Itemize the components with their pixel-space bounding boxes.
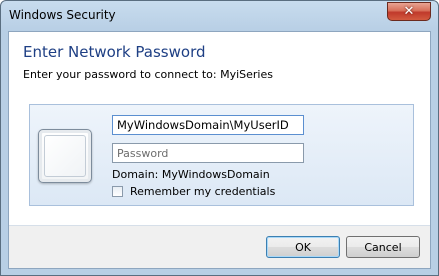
window-title: Windows Security xyxy=(9,8,116,22)
close-button[interactable]: ✕ xyxy=(387,2,431,21)
dialog-window: Windows Security ✕ Enter Network Passwor… xyxy=(0,0,439,276)
cancel-button[interactable]: Cancel xyxy=(346,236,420,258)
close-icon: ✕ xyxy=(403,4,415,19)
user-tile-icon xyxy=(38,129,92,183)
password-input[interactable] xyxy=(112,143,304,163)
remember-credentials-option[interactable]: Remember my credentials xyxy=(112,185,275,198)
domain-label: Domain: MyWindowsDomain xyxy=(112,168,270,181)
remember-label: Remember my credentials xyxy=(130,185,276,198)
username-input[interactable] xyxy=(112,115,304,135)
dialog-heading: Enter Network Password xyxy=(23,43,206,61)
button-bar: OK Cancel xyxy=(9,226,430,268)
dialog-content: Enter Network Password Enter your passwo… xyxy=(8,31,431,269)
dialog-instruction: Enter your password to connect to: MyiSe… xyxy=(23,68,273,81)
ok-button[interactable]: OK xyxy=(266,236,340,258)
title-bar[interactable]: Windows Security ✕ xyxy=(1,1,438,31)
credential-tile[interactable]: Domain: MyWindowsDomain Remember my cred… xyxy=(29,104,414,206)
user-tile-frame xyxy=(44,135,86,177)
remember-checkbox[interactable] xyxy=(112,186,123,197)
